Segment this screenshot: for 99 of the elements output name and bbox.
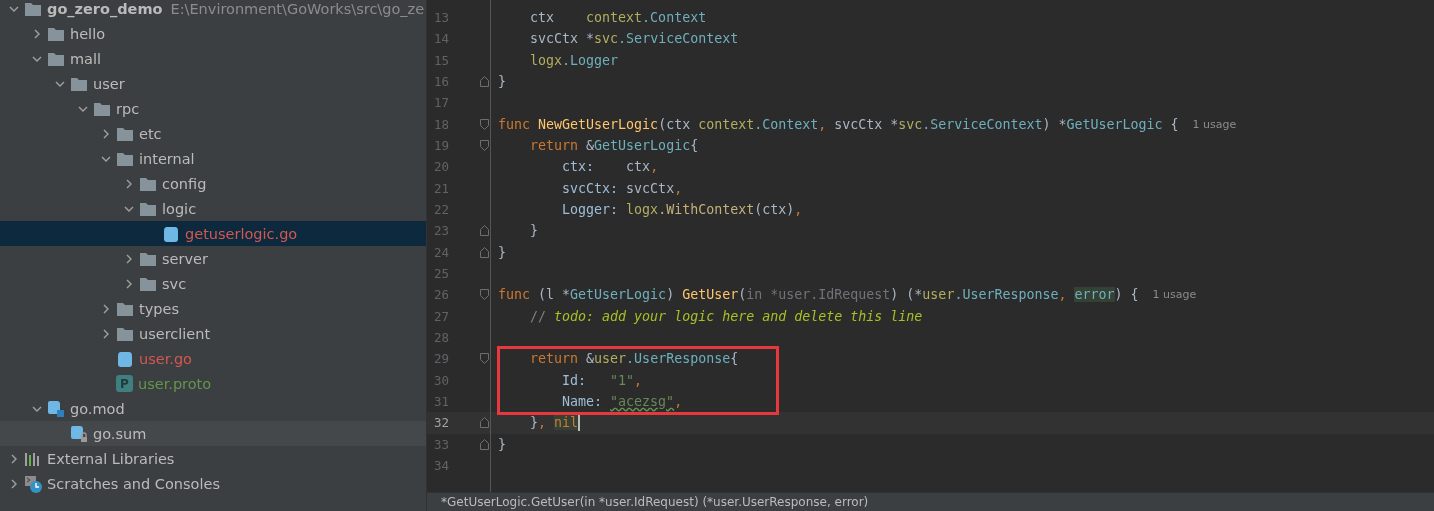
line-number: 16 [433,74,451,90]
tree-row[interactable]: svc [0,271,426,296]
line-number: 24 [433,244,451,260]
tree-item-label: Scratches and Consoles [47,475,220,492]
fold-marker-icon[interactable] [479,353,489,365]
code-text: } [497,74,506,90]
tree-row[interactable]: Scratches and Consoles [0,471,426,496]
line-number: 34 [433,458,451,474]
line-number: 26 [433,287,451,303]
line-number: 32 [433,415,451,431]
fold-marker-icon[interactable] [479,246,489,258]
code-text: func (l *GetUserLogic) GetUser(in *user.IdRequest) (*user.UserResponse, error) { 1 usage [497,287,1197,303]
line-number: 21 [433,180,451,196]
code-text: // todo: add your logic here and delete this line [529,308,923,324]
code-text: } [497,436,506,452]
tree-item-label: user.go [139,350,192,367]
usage-hint[interactable]: 1 usage [1192,117,1237,131]
tree-item-label: internal [139,150,195,167]
line-number: 17 [433,95,451,111]
code-text: func NewGetUserLogic(ctx context.Context, svcCtx *svc.ServiceContext) *GetUserLogic { 1 usage [497,116,1237,132]
go-module-icon [47,399,65,418]
tree-item-label: logic [162,200,197,217]
go-file-icon [162,224,180,243]
tree-item-label: rpc [116,100,140,117]
code-text: } [497,244,506,260]
line-number: 20 [433,159,451,175]
tree-item-label: svc [162,275,187,292]
tree-row[interactable]: hello [0,21,426,46]
tree-item-label: go_zero_demo [47,0,163,17]
tree-item-label: getuserlogic.go [185,225,298,242]
code-text: return &user.UserResponse{ [529,351,739,367]
code-text: } [529,223,539,239]
fold-marker-icon[interactable] [479,438,489,450]
tree-row[interactable]: go.mod [0,396,426,421]
tree-item-label: hello [70,25,106,42]
line-number: 27 [433,308,451,324]
project-path: E:\Environment\GoWorks\src\go_ze [170,0,425,17]
tree-item-label: External Libraries [47,450,175,467]
fold-marker-icon[interactable] [479,417,489,429]
fold-marker-icon[interactable] [479,76,489,88]
go-checksum-icon [70,424,88,443]
proto-file-icon: P [116,375,133,392]
folder-icon [24,0,42,18]
fold-marker-icon[interactable] [479,289,489,301]
usage-hint[interactable]: 1 usage [1152,288,1197,302]
tree-item-label: go.sum [93,425,147,442]
tree-item-label: go.mod [70,400,125,417]
code-text: }, nil [529,414,581,432]
line-number: 22 [433,202,451,218]
tree-row[interactable]: user [0,71,426,96]
code-text: Id: "1", [561,372,643,388]
tree-item-label: config [162,175,207,192]
tree-row[interactable]: go.sum [0,421,426,446]
tree-row[interactable]: userclient [0,321,426,346]
line-number: 23 [433,223,451,239]
line-number: 19 [433,138,451,154]
line-number: 31 [433,394,451,410]
line-number: 33 [433,436,451,452]
line-number: 25 [433,266,451,282]
breadcrumb[interactable]: *GetUserLogic.GetUser(in *user.IdRequest) (*user.UserResponse, error) [427,492,1434,511]
code-text: Name: "acezsg", [561,394,683,410]
line-number: 28 [433,330,451,346]
tree-row[interactable]: External Libraries [0,446,426,471]
tree-item-label: user.proto [138,375,212,392]
tree-row[interactable]: logic [0,196,426,221]
tree-item-label: etc [139,125,162,142]
code-text: return &GetUserLogic{ [529,138,699,154]
tree-row[interactable]: go_zero_demo E:\Environment\GoWorks\src\go_ze [0,0,426,21]
fold-marker-icon[interactable] [479,225,489,237]
line-number: 30 [433,372,451,388]
line-number: 13 [433,10,451,26]
code-text: svcCtx: svcCtx, [561,180,683,196]
tree-item-label: mall [70,50,102,67]
tree-row[interactable]: types [0,296,426,321]
tree-row[interactable]: mall [0,46,426,71]
tree-item-label: user [93,75,125,92]
fold-marker-icon[interactable] [479,118,489,130]
console-clock-icon [24,474,42,493]
tree-row[interactable]: internal [0,146,426,171]
code-text: Logger: logx.WithContext(ctx), [561,202,803,218]
tree-item-label: server [162,250,208,267]
code-text: ctx context.Context [529,10,707,26]
code-text: logx.Logger [529,52,619,68]
tree-row[interactable]: config [0,171,426,196]
line-number: 14 [433,31,451,47]
go-file-icon [116,349,134,368]
tree-row[interactable]: rpc [0,96,426,121]
tree-row[interactable]: getuserlogic.go [0,221,426,246]
fold-marker-icon[interactable] [479,140,489,152]
line-number: 15 [433,52,451,68]
tree-item-label: userclient [139,325,211,342]
code-text: ctx: ctx, [561,159,659,175]
tree-row[interactable]: etc [0,121,426,146]
tree-row[interactable]: P user.proto [0,371,426,396]
tree-item-label: types [139,300,179,317]
line-number: 18 [433,116,451,132]
code-text: svcCtx *svc.ServiceContext [529,31,739,47]
tree-row[interactable]: server [0,246,426,271]
line-number: 29 [433,351,451,367]
